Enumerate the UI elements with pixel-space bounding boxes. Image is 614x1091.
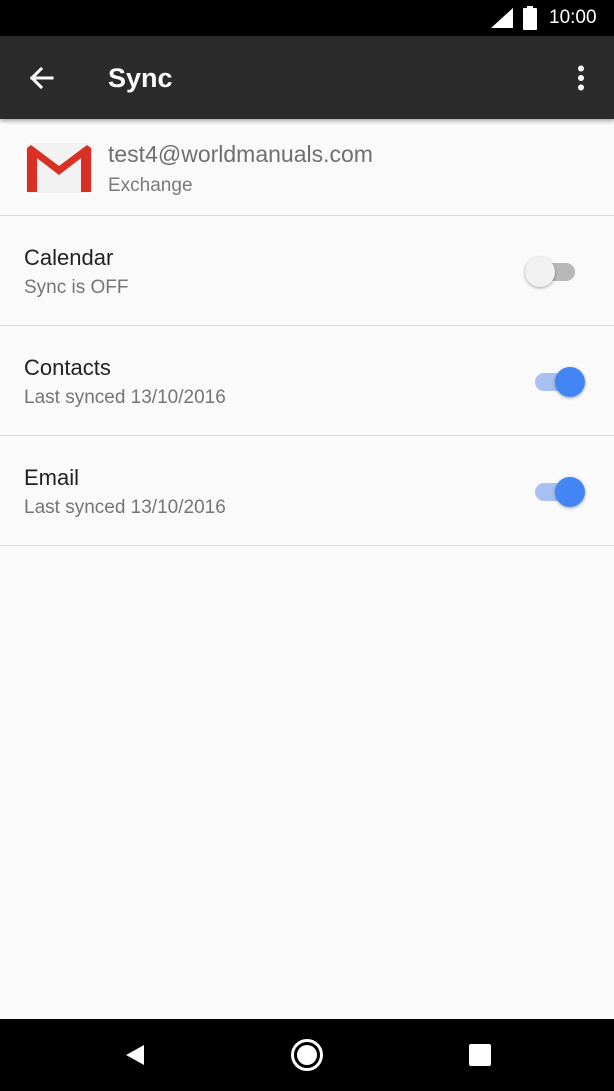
back-triangle-icon [126, 1045, 144, 1065]
status-bar: 10:00 [0, 0, 614, 36]
toggle-thumb [555, 367, 585, 397]
account-header: test4@worldmanuals.com Exchange [0, 119, 614, 216]
toggle-thumb [555, 477, 585, 507]
account-email: test4@worldmanuals.com [108, 141, 373, 167]
more-vert-icon [578, 65, 584, 91]
contacts-sync-toggle[interactable] [524, 364, 586, 398]
sync-row-status: Last synced 13/10/2016 [24, 497, 226, 518]
gmail-icon [25, 143, 93, 193]
nav-back-button[interactable] [113, 1033, 157, 1077]
more-options-button[interactable] [566, 56, 596, 100]
sync-row-status: Last synced 13/10/2016 [24, 387, 226, 408]
sync-row-label: Email [24, 465, 80, 490]
sync-row-calendar[interactable]: Calendar Sync is OFF [0, 216, 614, 326]
home-circle-icon [291, 1039, 323, 1071]
navigation-bar [0, 1019, 614, 1091]
email-sync-toggle[interactable] [524, 474, 586, 508]
clock-time: 10:00 [549, 7, 597, 28]
signal-icon [491, 8, 513, 28]
sync-row-status: Sync is OFF [24, 277, 129, 298]
sync-row-email[interactable]: Email Last synced 13/10/2016 [0, 436, 614, 546]
toggle-thumb [525, 257, 555, 287]
nav-recents-button[interactable] [458, 1033, 502, 1077]
nav-home-button[interactable] [285, 1033, 329, 1077]
sync-row-label: Contacts [24, 355, 111, 380]
app-bar: Sync [0, 36, 614, 119]
sync-row-contacts[interactable]: Contacts Last synced 13/10/2016 [0, 326, 614, 436]
calendar-sync-toggle[interactable] [524, 254, 586, 288]
account-type: Exchange [108, 175, 193, 196]
page-title: Sync [108, 63, 173, 93]
sync-row-label: Calendar [24, 245, 114, 270]
back-arrow-icon [29, 66, 54, 90]
screen: 10:00 Sync test4@worldmanuals.com Exchan… [0, 0, 614, 1091]
battery-icon [523, 6, 537, 30]
recents-square-icon [469, 1044, 491, 1066]
back-button[interactable] [18, 56, 64, 100]
